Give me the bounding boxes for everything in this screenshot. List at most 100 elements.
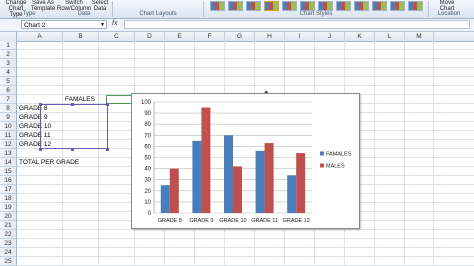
row-header-13[interactable]: 13 — [0, 149, 17, 158]
y-tick-label: 80 — [144, 122, 151, 128]
column-headers: ABCDEFGHIJKLM — [0, 32, 474, 42]
grid-column-line — [404, 41, 405, 266]
row-header-5[interactable]: 5 — [0, 77, 17, 86]
chart-style-swatch-selected[interactable] — [264, 1, 279, 11]
grid-row-line — [17, 49, 474, 50]
row-header-20[interactable]: 20 — [0, 212, 17, 221]
row-header-7[interactable]: 7 — [0, 95, 17, 104]
chart-style-swatch[interactable] — [246, 1, 261, 11]
column-header-j[interactable]: J — [315, 32, 345, 41]
chart-style-swatch[interactable] — [390, 1, 405, 11]
row-header-12[interactable]: 12 — [0, 140, 17, 149]
chart[interactable]: 0 10 20 30 40 50 60 70 80 90 100 GRADE 8 GRADE 9 GRAD… — [131, 93, 360, 229]
row-header-8[interactable]: 8 — [0, 104, 17, 113]
column-header-g[interactable]: G — [225, 32, 255, 41]
row-header-14[interactable]: 14 — [0, 158, 17, 167]
column-header-e[interactable]: E — [165, 32, 195, 41]
chart-style-swatch[interactable] — [408, 1, 423, 11]
range-resize-handle[interactable] — [71, 148, 74, 151]
y-tick-label: 60 — [144, 144, 151, 150]
x-tick-label: GRADE 10 — [219, 218, 246, 224]
chart-style-swatch[interactable] — [336, 1, 351, 11]
chart-style-swatch[interactable] — [354, 1, 369, 11]
column-header-m[interactable]: M — [405, 32, 434, 41]
row-header-21[interactable]: 21 — [0, 221, 17, 230]
chevron-down-icon[interactable]: ▼ — [100, 21, 105, 30]
grid-row-line — [17, 85, 474, 86]
column-header-i[interactable]: I — [285, 32, 315, 41]
series-name-highlight[interactable] — [106, 95, 133, 104]
y-tick-label: 10 — [144, 200, 151, 206]
grid-row-line — [17, 247, 474, 248]
fx-icon[interactable]: fx — [112, 20, 117, 27]
grid-column-line — [62, 41, 63, 266]
group-type-label: Type — [22, 11, 36, 17]
bar-females — [160, 185, 170, 213]
column-header-a[interactable]: A — [17, 32, 63, 41]
grid-column-line — [374, 41, 375, 266]
legend-swatch — [320, 151, 324, 156]
row-header-9[interactable]: 9 — [0, 113, 17, 122]
row-header-23[interactable]: 23 — [0, 239, 17, 248]
column-header-l[interactable]: L — [375, 32, 405, 41]
row-header-1[interactable]: 1 — [0, 41, 17, 50]
bar-males — [233, 166, 242, 213]
column-header-d[interactable]: D — [135, 32, 165, 41]
formula-bar: Chart 2 ▼ fx — [0, 19, 474, 32]
y-tick-label: 100 — [141, 100, 152, 106]
grid-column-line — [98, 41, 99, 266]
chart-style-swatch[interactable] — [300, 1, 315, 11]
bar-females — [224, 135, 233, 213]
row-header-15[interactable]: 15 — [0, 167, 17, 176]
row-header-25[interactable]: 25 — [0, 257, 17, 266]
range-resize-handle[interactable] — [39, 148, 42, 151]
formula-input[interactable] — [124, 20, 470, 29]
range-resize-handle[interactable] — [71, 103, 74, 106]
row-header-11[interactable]: 11 — [0, 131, 17, 140]
chart-style-swatch[interactable] — [210, 1, 225, 11]
row-header-24[interactable]: 24 — [0, 248, 17, 257]
range-resize-handle[interactable] — [106, 103, 109, 106]
chart-style-swatch[interactable] — [372, 1, 387, 11]
y-tick-label: 40 — [144, 167, 151, 173]
name-box-value: Chart 2 — [24, 22, 46, 29]
data-range-highlight[interactable] — [40, 104, 108, 149]
row-header-19[interactable]: 19 — [0, 203, 17, 212]
row-header-18[interactable]: 18 — [0, 194, 17, 203]
row-header-10[interactable]: 10 — [0, 122, 17, 131]
y-tick-label: 0 — [148, 211, 152, 217]
group-chart-layouts-label: Chart Layouts — [139, 11, 177, 17]
bar-males — [264, 143, 274, 213]
row-header-6[interactable]: 6 — [0, 86, 17, 95]
y-tick-label: 70 — [144, 133, 151, 139]
bar-males — [296, 153, 306, 213]
column-header-f[interactable]: F — [195, 32, 225, 41]
column-header-k[interactable]: K — [345, 32, 375, 41]
column-header-c[interactable]: C — [99, 32, 135, 41]
row-header-16[interactable]: 16 — [0, 176, 17, 185]
bar-males — [201, 107, 211, 213]
x-tick-label: GRADE 11 — [251, 218, 278, 224]
row-header-22[interactable]: 22 — [0, 230, 17, 239]
grid-row-line — [17, 238, 474, 239]
row-header-4[interactable]: 4 — [0, 68, 17, 77]
chart-style-swatch[interactable] — [282, 1, 297, 11]
y-tick-label: 30 — [144, 178, 151, 184]
bar-females — [192, 140, 202, 213]
group-location-label: Location — [437, 11, 461, 17]
select-all-corner[interactable] — [0, 32, 17, 41]
chart-style-swatch[interactable] — [228, 1, 243, 11]
chart-canvas: 0 10 20 30 40 50 60 70 80 90 100 GRADE 8 GRADE 9 GRAD… — [141, 100, 352, 224]
grid-row-line — [17, 67, 474, 68]
chart-style-swatch[interactable] — [318, 1, 333, 11]
grid-row-line — [17, 256, 474, 257]
name-box[interactable]: Chart 2 ▼ — [21, 20, 107, 29]
row-header-3[interactable]: 3 — [0, 59, 17, 68]
column-header-b[interactable]: B — [63, 32, 99, 41]
row-header-17[interactable]: 17 — [0, 185, 17, 194]
range-resize-handle[interactable] — [39, 103, 42, 106]
row-header-2[interactable]: 2 — [0, 50, 17, 59]
column-header-h[interactable]: H — [255, 32, 285, 41]
bar-females — [287, 175, 297, 213]
range-resize-handle[interactable] — [106, 148, 109, 151]
